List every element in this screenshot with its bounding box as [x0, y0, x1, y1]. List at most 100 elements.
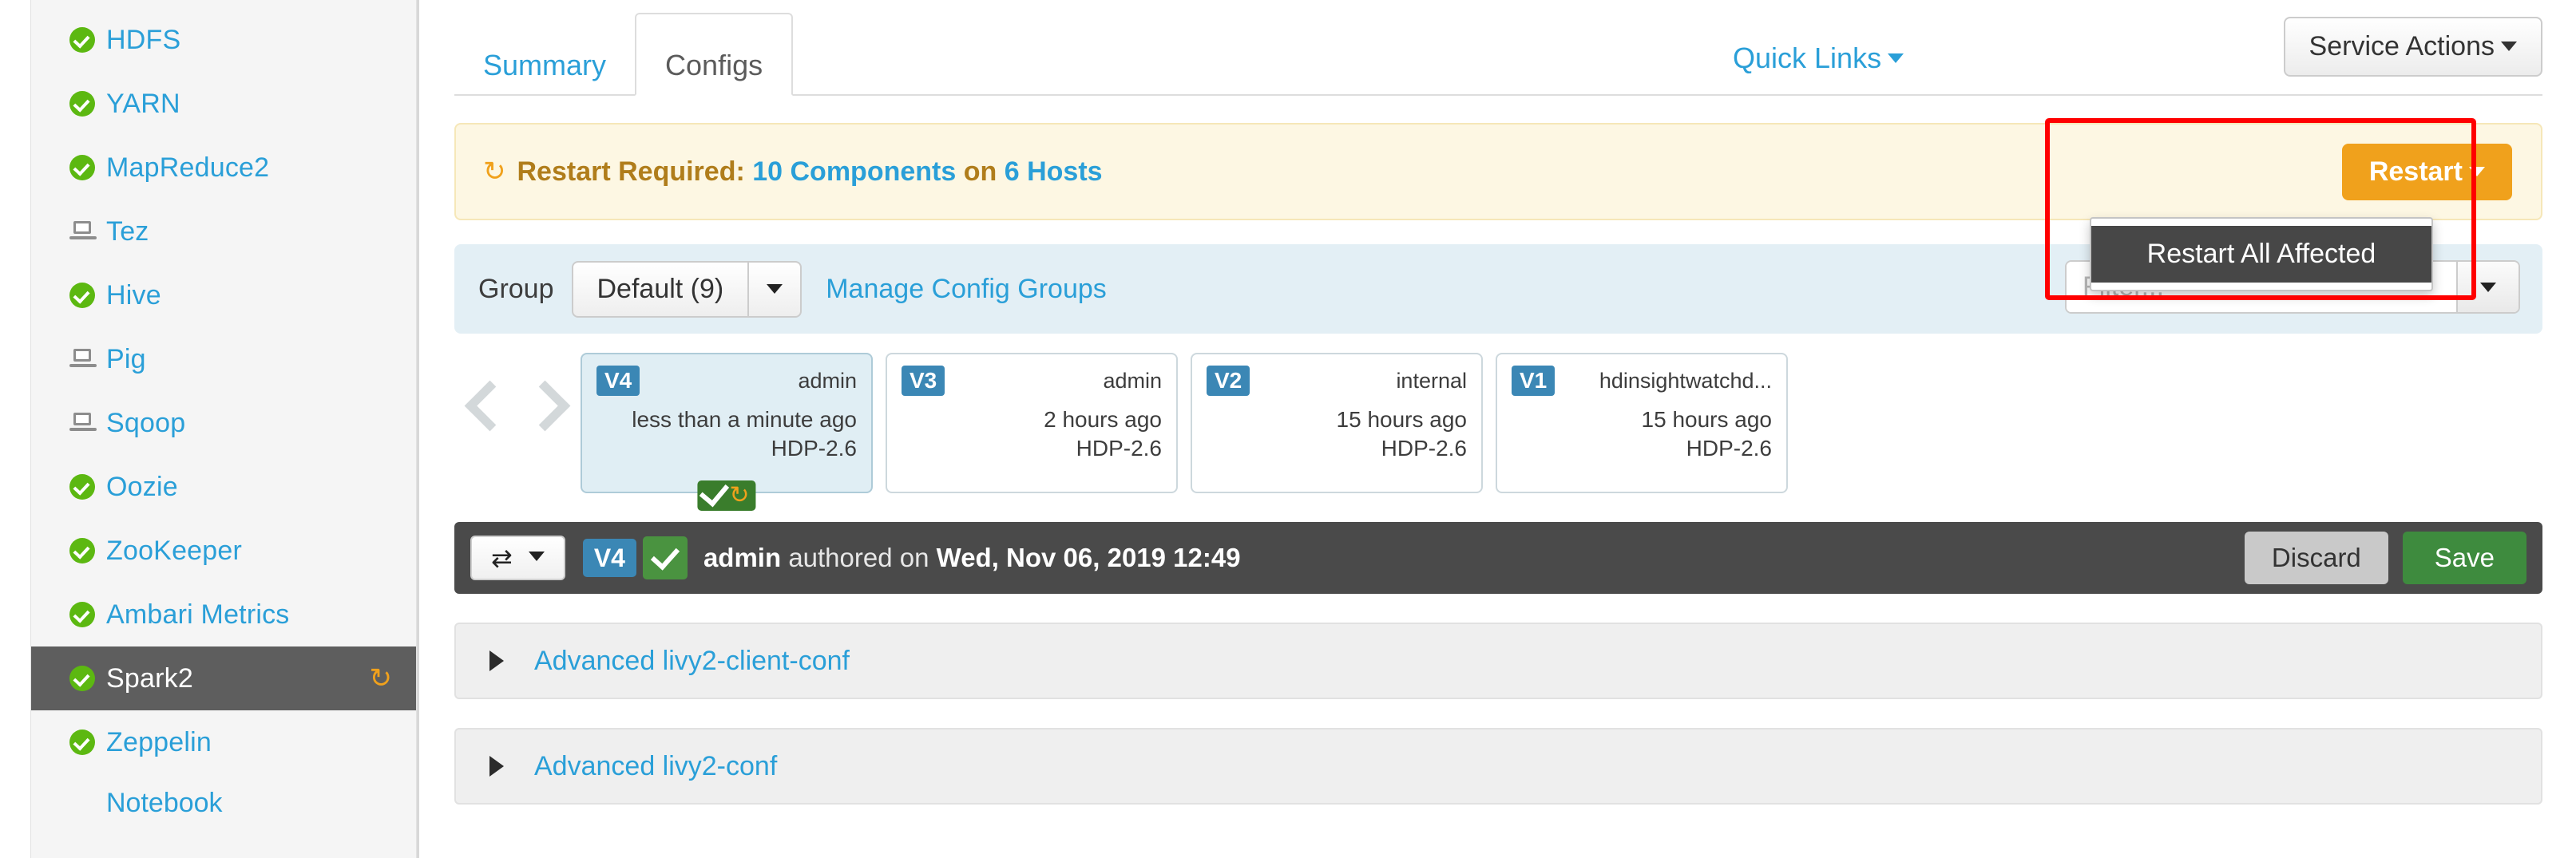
chevron-down-icon	[2469, 167, 2485, 177]
version-card[interactable]: V3 admin 2 hours ago HDP-2.6	[886, 353, 1178, 493]
version-card[interactable]: V2 internal 15 hours ago HDP-2.6	[1191, 353, 1483, 493]
client-laptop-icon	[69, 413, 106, 433]
accordion-title: Advanced livy2-conf	[534, 750, 778, 781]
tab-configs[interactable]: Configs	[635, 13, 794, 96]
version-author: hdinsightwatchd...	[1599, 369, 1772, 393]
current-version-flag: ↻	[697, 476, 756, 511]
sidebar-item-tez[interactable]: Tez	[31, 200, 416, 263]
version-time: 2 hours ago	[1044, 407, 1162, 433]
sidebar-item-label: HDFS	[106, 24, 181, 55]
accordion-advanced-livy2-client-conf[interactable]: Advanced livy2-client-conf	[454, 623, 2542, 699]
sidebar-item-yarn[interactable]: YARN	[31, 72, 416, 136]
version-card[interactable]: V4 admin less than a minute ago HDP-2.6 …	[581, 353, 873, 511]
version-authored-text: admin authored on Wed, Nov 06, 2019 12:4…	[703, 543, 1241, 573]
sidebar-item-label: Zeppelin	[106, 726, 212, 757]
ok-circle-icon	[69, 729, 106, 755]
accordion-title: Advanced livy2-client-conf	[534, 645, 850, 676]
restart-button[interactable]: Restart	[2341, 144, 2512, 200]
check-icon	[699, 476, 730, 508]
sidebar-item-label: Spark2	[106, 662, 193, 694]
version-stack: HDP-2.6	[1686, 436, 1772, 461]
version-author: admin	[798, 369, 857, 393]
chevron-right-icon[interactable]	[519, 380, 571, 432]
version-detail-bar: ⇄ V4 admin authored on Wed, Nov 06, 2019…	[454, 522, 2542, 594]
version-bar-actions: Discard Save	[2244, 532, 2526, 584]
ambari-configs-page: HDFS YARN MapReduce2 Tez Hive Pig Sqoop …	[0, 0, 2576, 858]
service-actions-button[interactable]: Service Actions	[2283, 17, 2542, 77]
restart-icon: ↻	[483, 156, 506, 187]
version-badge: V4	[596, 366, 640, 397]
sidebar-item-label: Hive	[106, 279, 161, 310]
sidebar-item-label: Tez	[106, 215, 149, 247]
ok-circle-icon	[69, 91, 106, 117]
sidebar: HDFS YARN MapReduce2 Tez Hive Pig Sqoop …	[0, 0, 419, 858]
sidebar-item-sqoop[interactable]: Sqoop	[31, 391, 416, 455]
client-laptop-icon	[69, 221, 106, 242]
ok-circle-icon	[69, 155, 106, 180]
sidebar-item-label: Oozie	[106, 471, 178, 502]
tab-summary[interactable]: Summary	[454, 11, 635, 94]
menu-item-restart-all-affected[interactable]: Restart All Affected	[2091, 226, 2431, 283]
sidebar-item-label: YARN	[106, 88, 180, 119]
sidebar-item-hive[interactable]: Hive	[31, 263, 416, 327]
sidebar-item-ambari-metrics[interactable]: Ambari Metrics	[31, 583, 416, 646]
version-time: less than a minute ago	[632, 407, 857, 433]
sidebar-item-zeppelin-notebook[interactable]: Zeppelin	[31, 710, 416, 774]
discard-button[interactable]: Discard	[2244, 532, 2388, 584]
client-laptop-icon	[69, 349, 106, 370]
alert-prefix: Restart Required:	[517, 156, 745, 187]
chevron-down-icon[interactable]	[747, 262, 800, 316]
version-time: 15 hours ago	[1641, 407, 1772, 433]
manage-config-groups-link[interactable]: Manage Config Groups	[826, 274, 1107, 305]
restart-required-icon: ↻	[369, 663, 393, 694]
accordion-advanced-livy2-conf[interactable]: Advanced livy2-conf	[454, 728, 2542, 805]
chevron-down-icon	[2501, 42, 2517, 52]
version-stack: HDP-2.6	[1381, 436, 1467, 461]
config-group-select[interactable]: Default (9)	[571, 260, 803, 318]
current-version-check-icon	[642, 536, 688, 579]
ok-circle-icon	[69, 474, 106, 500]
save-button[interactable]: Save	[2402, 532, 2526, 584]
version-stack: HDP-2.6	[771, 436, 857, 461]
version-author-name: admin	[703, 543, 782, 572]
compare-versions-button[interactable]: ⇄	[470, 536, 565, 580]
chevron-down-icon	[1888, 53, 1904, 64]
authored-on-label: authored on	[788, 543, 929, 572]
restart-required-alert: ↻ Restart Required: 10 Components on 6 Ho…	[454, 123, 2542, 220]
sidebar-item-mapreduce2[interactable]: MapReduce2	[31, 136, 416, 200]
group-label: Group	[478, 273, 554, 304]
sidebar-item-label: Ambari Metrics	[106, 599, 290, 630]
alert-hosts-link[interactable]: 6 Hosts	[1005, 156, 1103, 187]
sidebar-item-label: Sqoop	[106, 407, 186, 438]
chevron-down-icon[interactable]	[2456, 262, 2519, 312]
version-author: admin	[1103, 369, 1162, 393]
carousel-nav	[454, 353, 581, 432]
restart-required-message: ↻ Restart Required: 10 Components on 6 Ho…	[483, 156, 1103, 188]
triangle-right-icon	[489, 756, 504, 777]
ok-circle-icon	[69, 538, 106, 563]
version-author: internal	[1396, 369, 1467, 393]
version-card[interactable]: V1 hdinsightwatchd... 15 hours ago HDP-2…	[1496, 353, 1788, 493]
chevron-left-icon[interactable]	[464, 380, 516, 432]
version-badge: V2	[1207, 366, 1250, 397]
restart-dropdown-menu: Restart All Affected	[2090, 217, 2433, 291]
quick-links-dropdown[interactable]: Quick Links	[1733, 42, 1904, 75]
alert-components-link[interactable]: 10 Components	[752, 156, 956, 187]
sidebar-item-spark2[interactable]: Spark2 ↻	[31, 646, 416, 710]
current-version-badge: V4	[582, 539, 636, 577]
sidebar-item-pig[interactable]: Pig	[31, 327, 416, 391]
sidebar-item-hdfs[interactable]: HDFS	[31, 8, 416, 72]
shuffle-icon: ⇄	[491, 544, 513, 572]
sidebar-item-zeppelin-notebook-line2[interactable]: Notebook	[31, 774, 416, 832]
chevron-down-icon	[528, 552, 545, 561]
sidebar-item-label: Pig	[106, 343, 146, 374]
sidebar-item-label: ZooKeeper	[106, 535, 243, 566]
sidebar-item-zookeeper[interactable]: ZooKeeper	[31, 519, 416, 583]
config-group-selected-value: Default (9)	[596, 273, 724, 304]
version-badge: V1	[1512, 366, 1556, 397]
sidebar-item-label: MapReduce2	[106, 152, 270, 183]
service-actions-label: Service Actions	[2308, 31, 2495, 61]
version-badge: V3	[902, 366, 945, 397]
config-version-carousel: V4 admin less than a minute ago HDP-2.6 …	[454, 353, 2542, 511]
sidebar-item-oozie[interactable]: Oozie	[31, 455, 416, 519]
